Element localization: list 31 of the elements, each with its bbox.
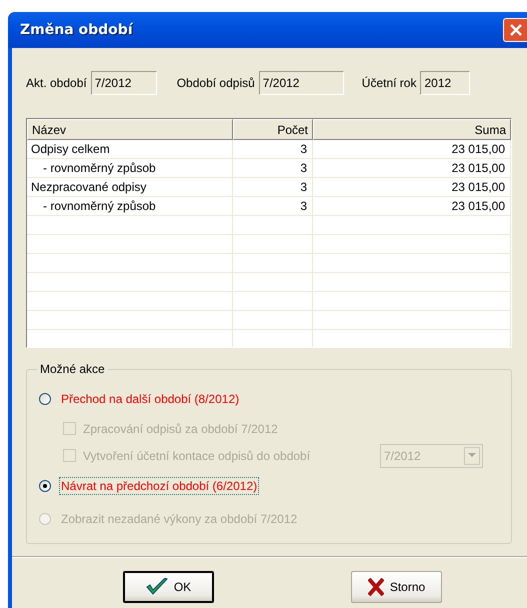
table-cell: 23 015,00: [313, 178, 511, 197]
table-cell: Odpisy celkem: [27, 140, 233, 159]
table-cell: Nezpracované odpisy: [27, 178, 233, 197]
field-label: Účetní rok: [362, 76, 416, 90]
window-title: Změna období: [20, 22, 133, 38]
ok-button[interactable]: OK: [123, 571, 214, 603]
table-cell: 3: [233, 197, 313, 216]
readonly-field[interactable]: 7/2012: [90, 70, 157, 94]
table-cell: 23 015,00: [313, 159, 511, 178]
group-title: Možné akce: [39, 362, 106, 376]
cross-icon: [368, 578, 384, 596]
column-header[interactable]: Suma: [313, 119, 511, 140]
radio-button[interactable]: [39, 392, 51, 404]
readonly-field[interactable]: 7/2012: [258, 70, 344, 94]
close-icon: [508, 23, 522, 37]
table-cell: - rovnoměrný způsob: [27, 159, 233, 178]
field-label: Období odpisů: [176, 76, 255, 90]
table-cell: 23 015,00: [313, 140, 511, 159]
column-header[interactable]: Název: [27, 119, 233, 140]
field-label: Akt. období: [26, 76, 87, 90]
checkmark-icon: [146, 578, 168, 596]
table-cell: 23 015,00: [313, 197, 511, 216]
table-cell: 3: [233, 159, 313, 178]
table-cell: 3: [233, 140, 313, 159]
readonly-field[interactable]: 2012: [420, 70, 470, 94]
column-header[interactable]: Počet: [233, 119, 313, 140]
table-cell: - rovnoměrný způsob: [27, 197, 233, 216]
table-cell: 3: [233, 178, 313, 197]
cancel-button[interactable]: Storno: [351, 571, 442, 603]
radio-button[interactable]: [39, 480, 51, 492]
close-button[interactable]: [503, 18, 527, 42]
